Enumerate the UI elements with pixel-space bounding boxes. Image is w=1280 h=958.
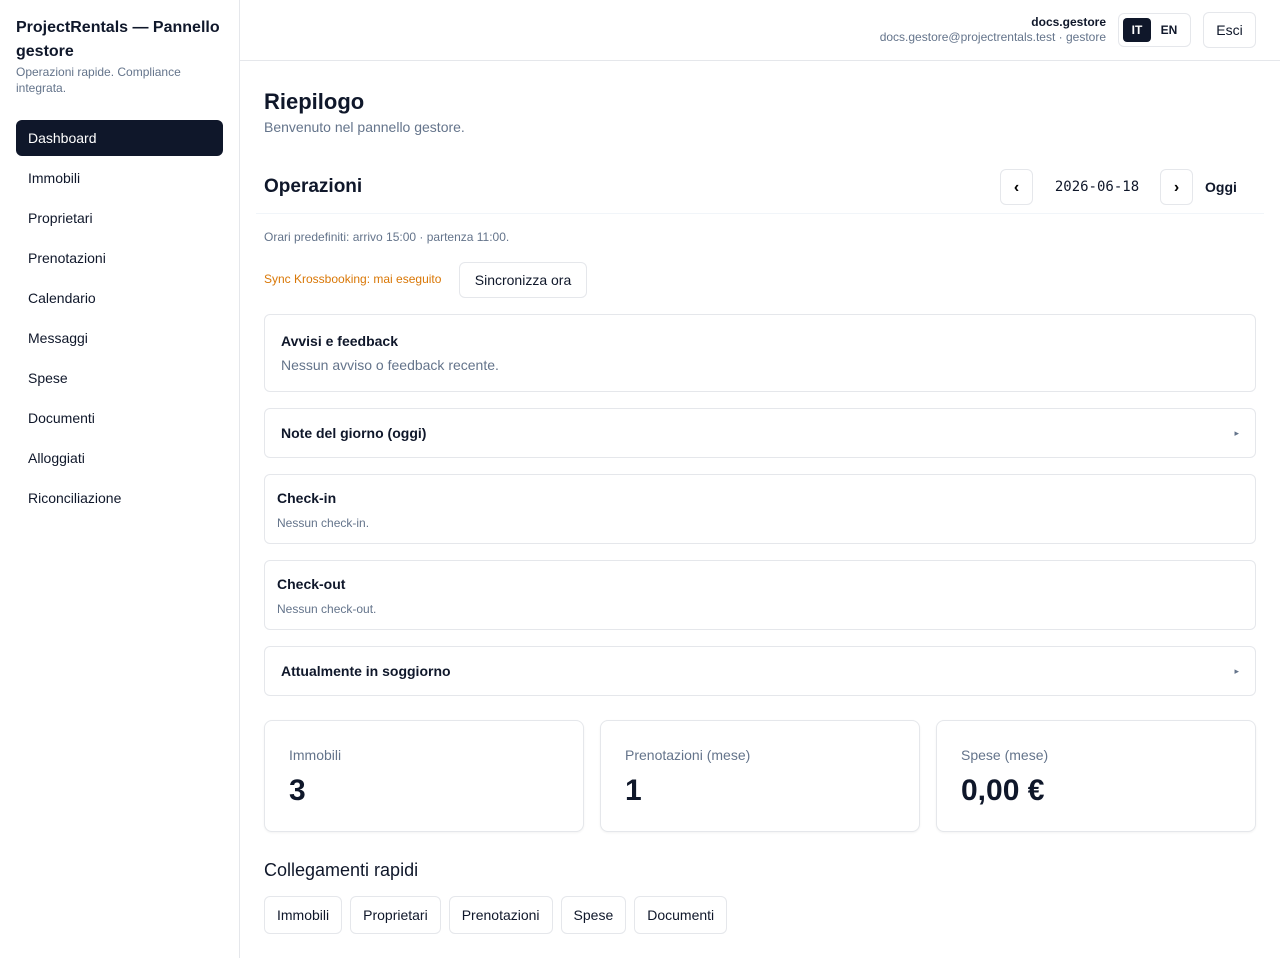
page-title: Riepilogo: [264, 89, 365, 114]
checkin-empty-text: Nessun check-in.: [277, 516, 370, 530]
sidebar-item-riconciliazione[interactable]: Riconciliazione: [16, 480, 223, 516]
quick-links-title: Collegamenti rapidi: [264, 860, 419, 880]
stat-card-immobili: Immobili 3: [264, 720, 584, 832]
sidebar-nav: Dashboard Immobili Proprietari Prenotazi…: [16, 120, 223, 520]
top-bar: docs.gestore docs.gestore@projectrentals…: [240, 0, 1280, 61]
sidebar-item-prenotazioni[interactable]: Prenotazioni: [16, 240, 223, 276]
sync-now-button[interactable]: Sincronizza ora: [459, 262, 587, 298]
checkout-title: Check-out: [277, 576, 346, 592]
stat-value: 0,00 €: [961, 774, 1045, 807]
in-stay-collapsible[interactable]: Attualmente in soggiorno ▸: [264, 646, 1256, 696]
stat-label: Spese (mese): [961, 747, 1049, 763]
user-name: docs.gestore: [1031, 15, 1106, 29]
sidebar-item-alloggiati[interactable]: Alloggiati: [16, 440, 223, 476]
sidebar: ProjectRentals — Pannello gestore Operaz…: [0, 0, 240, 958]
brand-title: ProjectRentals — Pannello gestore: [16, 19, 220, 60]
prev-day-button[interactable]: ‹: [1000, 169, 1033, 205]
operations-title: Operazioni: [264, 176, 363, 197]
checkin-card: Check-in Nessun check-in.: [264, 474, 1256, 544]
sidebar-item-proprietari[interactable]: Proprietari: [16, 200, 223, 236]
stat-value: 1: [625, 774, 642, 807]
sync-status: Sync Krossbooking: mai eseguito: [264, 272, 442, 286]
brand-subtitle: Operazioni rapide. Compliance integrata.: [16, 65, 181, 95]
next-day-button[interactable]: ›: [1160, 169, 1193, 205]
page-subtitle: Benvenuto nel pannello gestore.: [264, 119, 465, 135]
day-notes-collapsible[interactable]: Note del giorno (oggi) ▸: [264, 408, 1256, 458]
stat-label: Prenotazioni (mese): [625, 747, 751, 763]
sidebar-item-immobili[interactable]: Immobili: [16, 160, 223, 196]
quick-link-documenti[interactable]: Documenti: [634, 896, 728, 934]
language-toggle: IT EN: [1118, 13, 1191, 47]
stat-card-spese: Spese (mese) 0,00 €: [936, 720, 1256, 832]
sidebar-item-spese[interactable]: Spese: [16, 360, 223, 396]
operations-divider: [256, 213, 1264, 214]
stat-label: Immobili: [289, 747, 342, 763]
quick-link-immobili[interactable]: Immobili: [264, 896, 343, 934]
sidebar-item-dashboard[interactable]: Dashboard: [16, 120, 223, 156]
quick-link-spese[interactable]: Spese: [560, 896, 627, 934]
default-times-note: Orari predefiniti: arrivo 15:00 · parten…: [264, 230, 510, 244]
stat-card-prenotazioni: Prenotazioni (mese) 1: [600, 720, 920, 832]
quick-link-proprietari[interactable]: Proprietari: [350, 896, 441, 934]
user-email-role: docs.gestore@projectrentals.test · gesto…: [879, 30, 1106, 44]
stat-value: 3: [289, 774, 306, 807]
expand-caret-icon: ▸: [1234, 666, 1239, 676]
checkout-card: Check-out Nessun check-out.: [264, 560, 1256, 630]
sidebar-item-calendario[interactable]: Calendario: [16, 280, 223, 316]
day-notes-title: Note del giorno (oggi): [281, 425, 427, 441]
in-stay-title: Attualmente in soggiorno: [281, 663, 451, 679]
sidebar-item-documenti[interactable]: Documenti: [16, 400, 223, 436]
expand-caret-icon: ▸: [1234, 428, 1239, 438]
today-button[interactable]: Oggi: [1205, 178, 1237, 196]
alerts-card: Avvisi e feedback Nessun avviso o feedba…: [264, 314, 1256, 392]
lang-it-button[interactable]: IT: [1123, 18, 1151, 42]
lang-en-button[interactable]: EN: [1155, 18, 1183, 42]
checkin-title: Check-in: [277, 490, 337, 506]
sidebar-item-messaggi[interactable]: Messaggi: [16, 320, 223, 356]
alerts-title: Avvisi e feedback: [281, 333, 398, 349]
quick-link-prenotazioni[interactable]: Prenotazioni: [448, 896, 553, 934]
logout-button[interactable]: Esci: [1203, 12, 1256, 48]
current-date: 2026-06-18: [1054, 179, 1140, 195]
user-info: docs.gestore docs.gestore@projectrentals…: [880, 15, 1106, 45]
checkout-empty-text: Nessun check-out.: [277, 602, 377, 616]
alerts-empty-text: Nessun avviso o feedback recente.: [281, 357, 499, 373]
quick-links: Immobili Proprietari Prenotazioni Spese …: [264, 896, 728, 934]
